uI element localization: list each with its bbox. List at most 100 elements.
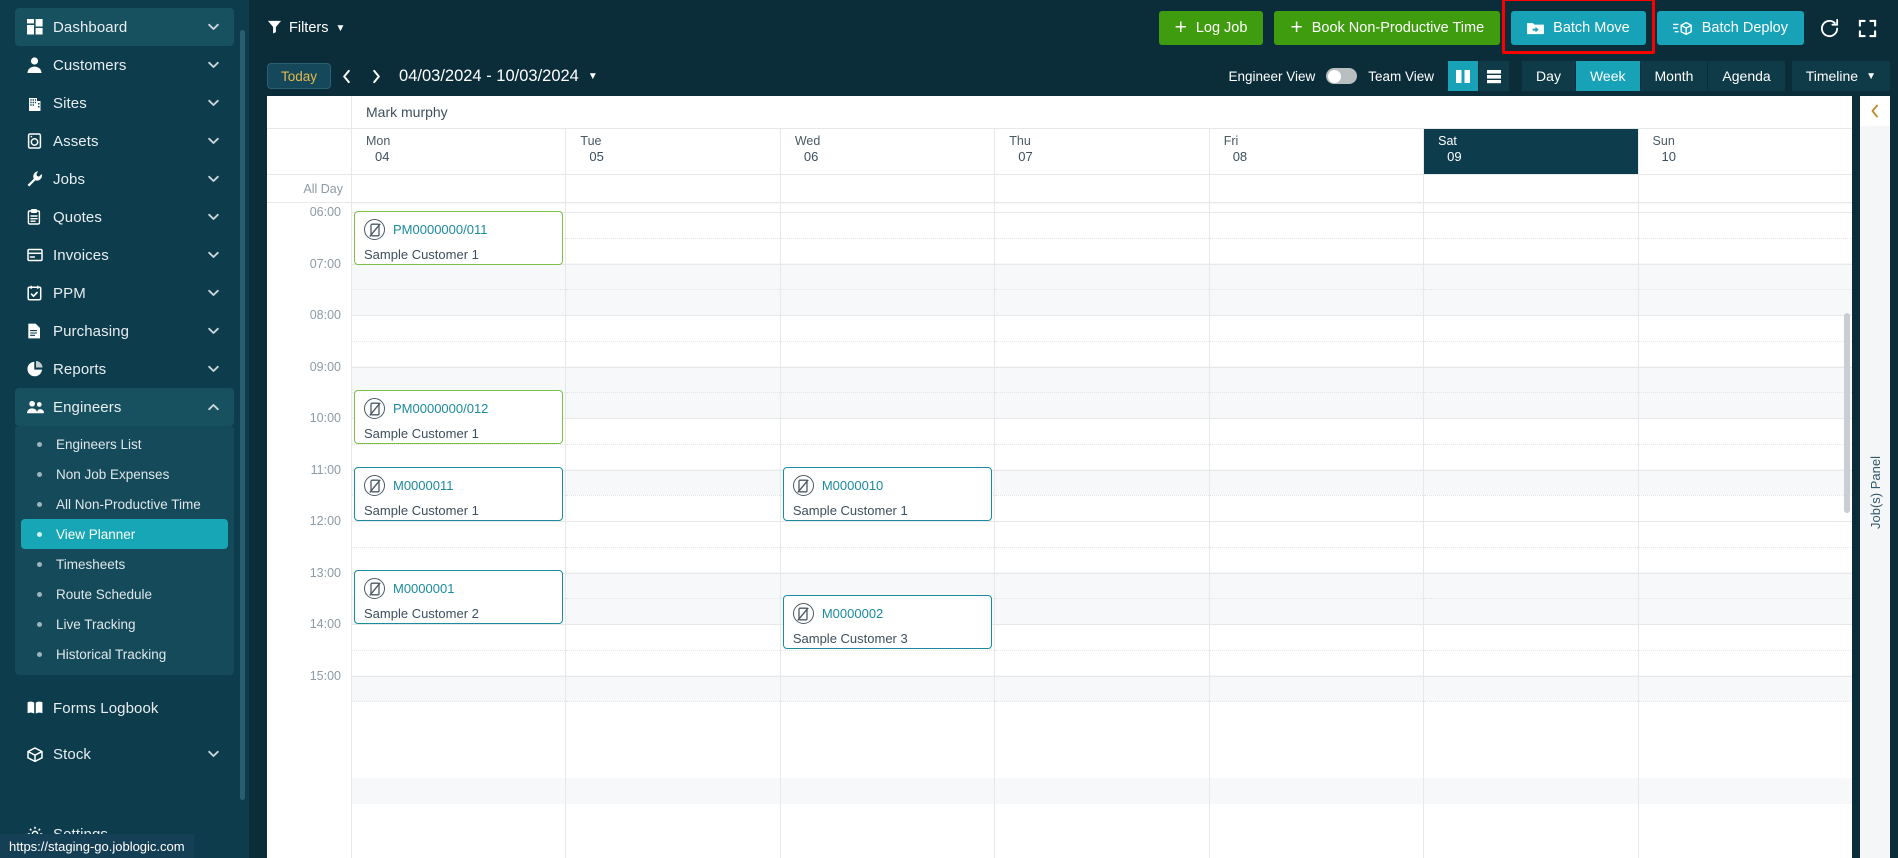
shade-band xyxy=(780,778,995,804)
sidebar-item-assets[interactable]: Assets xyxy=(15,122,234,160)
hour-line xyxy=(1638,521,1852,522)
sidebar-item-customers[interactable]: Customers xyxy=(15,46,234,84)
sidebar-scrollbar[interactable] xyxy=(240,30,245,800)
sidebar-subitem-timesheets[interactable]: Timesheets xyxy=(21,549,228,579)
day-column-sat[interactable] xyxy=(1424,203,1639,858)
half-hour-line xyxy=(352,340,566,342)
plus-icon: + xyxy=(1174,15,1187,39)
sidebar-item-sites[interactable]: Sites xyxy=(15,84,234,122)
day-header-sat[interactable]: Sat 09 xyxy=(1424,129,1639,174)
half-hour-line xyxy=(1209,546,1424,548)
batch-move-button[interactable]: Batch Move xyxy=(1511,11,1646,45)
half-hour-line xyxy=(1209,649,1424,651)
sidebar-subitem-live-tracking[interactable]: Live Tracking xyxy=(21,609,228,639)
hour-line xyxy=(1638,624,1852,625)
sidebar-subitem-label: Non Job Expenses xyxy=(56,466,170,482)
sidebar-item-dashboard[interactable]: Dashboard xyxy=(15,8,234,46)
all-day-cell-tue[interactable] xyxy=(566,175,781,202)
calendar-event[interactable]: PM0000000/011Sample Customer 1Sample Sit… xyxy=(354,211,564,265)
event-customer: Sample Customer 2 xyxy=(364,606,479,621)
all-day-cell-mon[interactable] xyxy=(352,175,567,202)
hour-line xyxy=(566,521,780,522)
all-day-cell-sat[interactable] xyxy=(1424,175,1639,202)
all-day-cell-thu[interactable] xyxy=(995,175,1210,202)
hour-line xyxy=(780,418,995,419)
next-period-button[interactable] xyxy=(361,62,391,90)
calendar-event[interactable]: M0000011Sample Customer 1Sample Site 1 xyxy=(354,467,564,521)
columns-layout-icon[interactable] xyxy=(1448,61,1480,91)
day-column-wed[interactable]: M0000010Sample Customer 1Sample Site 1 M0… xyxy=(780,203,996,858)
sidebar-item-quotes[interactable]: Quotes xyxy=(15,198,234,236)
sidebar-item-invoices[interactable]: Invoices xyxy=(15,236,234,274)
job-panel-collapse-button[interactable] xyxy=(1860,96,1890,126)
day-column-fri[interactable] xyxy=(1209,203,1425,858)
sidebar-subitem-engineers-list[interactable]: Engineers List xyxy=(21,429,228,459)
day-header-tue[interactable]: Tue 05 xyxy=(566,129,781,174)
shade-band xyxy=(1638,778,1852,804)
hour-line xyxy=(1638,212,1852,213)
shade-band xyxy=(995,675,1209,701)
shade-band xyxy=(1209,778,1424,804)
sidebar-item-purchasing[interactable]: Purchasing xyxy=(15,312,234,350)
sidebar-item-ppm[interactable]: PPM xyxy=(15,274,234,312)
filters-button[interactable]: Filters ▼ xyxy=(267,19,345,38)
day-column-tue[interactable] xyxy=(566,203,781,858)
sidebar-subitem-non-job-expenses[interactable]: Non Job Expenses xyxy=(21,459,228,489)
bullet-icon xyxy=(37,501,42,507)
refresh-icon[interactable] xyxy=(1810,9,1848,47)
half-hour-line xyxy=(566,289,780,291)
all-day-cell-wed[interactable] xyxy=(781,175,996,202)
calendar-event[interactable]: PM0000000/012Sample Customer 1Sample Sit… xyxy=(354,390,564,444)
batch-deploy-button[interactable]: Batch Deploy xyxy=(1656,11,1804,45)
sidebar-subitem-all-non-productive-time[interactable]: All Non-Productive Time xyxy=(21,489,228,519)
day-column-thu[interactable] xyxy=(995,203,1210,858)
rows-layout-icon[interactable] xyxy=(1479,61,1511,91)
hour-line xyxy=(1638,675,1852,677)
all-day-cell-sun[interactable] xyxy=(1639,175,1852,202)
view-mode-month[interactable]: Month xyxy=(1640,61,1709,91)
event-customer: Sample Customer 1 xyxy=(364,503,479,518)
sidebar-item-engineers[interactable]: Engineers xyxy=(15,388,234,426)
timeline-dropdown[interactable]: Timeline ▼ xyxy=(1791,61,1890,91)
log-job-label: Log Job xyxy=(1195,20,1248,36)
day-header-mon[interactable]: Mon 04 xyxy=(352,129,567,174)
hour-line xyxy=(1424,521,1638,522)
hour-line xyxy=(995,418,1209,419)
day-column-sun[interactable] xyxy=(1638,203,1852,858)
hour-line xyxy=(1209,675,1424,677)
job-panel-label[interactable]: Job(s) Panel xyxy=(1860,126,1890,858)
prev-period-button[interactable] xyxy=(331,62,361,90)
engineer-name[interactable]: Mark murphy xyxy=(352,96,1852,128)
log-job-button[interactable]: + Log Job xyxy=(1158,11,1264,45)
calendar-event[interactable]: M0000001Sample Customer 2Sample Site 2 xyxy=(354,570,564,624)
sidebar-item-jobs[interactable]: Jobs xyxy=(15,160,234,198)
sidebar-item-reports[interactable]: Reports xyxy=(15,350,234,388)
half-hour-line xyxy=(995,495,1209,497)
calendar-event[interactable]: M0000010Sample Customer 1Sample Site 1 xyxy=(782,467,993,521)
view-mode-agenda[interactable]: Agenda xyxy=(1708,61,1785,91)
sidebar-item-stock[interactable]: Stock xyxy=(15,735,234,773)
sidebar-subitem-view-planner[interactable]: View Planner xyxy=(21,519,228,549)
calendar-event[interactable]: M0000002Sample Customer 3Sample Site 3 xyxy=(782,595,993,649)
today-button[interactable]: Today xyxy=(267,63,332,89)
day-columns: PM0000000/011Sample Customer 1Sample Sit… xyxy=(352,203,1852,858)
sidebar-subitem-historical-tracking[interactable]: Historical Tracking xyxy=(21,639,228,669)
fullscreen-icon[interactable] xyxy=(1848,9,1886,47)
day-header-sun[interactable]: Sun 10 xyxy=(1639,129,1852,174)
day-header-wed[interactable]: Wed 06 xyxy=(781,129,996,174)
sidebar-item-forms-logbook[interactable]: Forms Logbook xyxy=(15,689,234,727)
date-range-picker[interactable]: 04/03/2024 - 10/03/2024 ▼ xyxy=(399,67,598,86)
book-non-productive-time-button[interactable]: + Book Non-Productive Time xyxy=(1274,11,1501,45)
sidebar-subitem-route-schedule[interactable]: Route Schedule xyxy=(21,579,228,609)
day-column-mon[interactable]: PM0000000/011Sample Customer 1Sample Sit… xyxy=(352,203,567,858)
sidebar-subitem-label: Route Schedule xyxy=(56,586,153,602)
time-label: 06:00 xyxy=(309,205,341,219)
all-day-cell-fri[interactable] xyxy=(1210,175,1425,202)
calendar-scrollbar[interactable] xyxy=(1844,313,1850,513)
engineer-team-view-switch[interactable] xyxy=(1326,68,1358,84)
view-mode-day[interactable]: Day xyxy=(1522,61,1576,91)
day-header-fri[interactable]: Fri 08 xyxy=(1210,129,1425,174)
day-header-thu[interactable]: Thu 07 xyxy=(995,129,1210,174)
view-mode-week[interactable]: Week xyxy=(1575,61,1641,91)
all-day-label: All Day xyxy=(267,175,352,202)
